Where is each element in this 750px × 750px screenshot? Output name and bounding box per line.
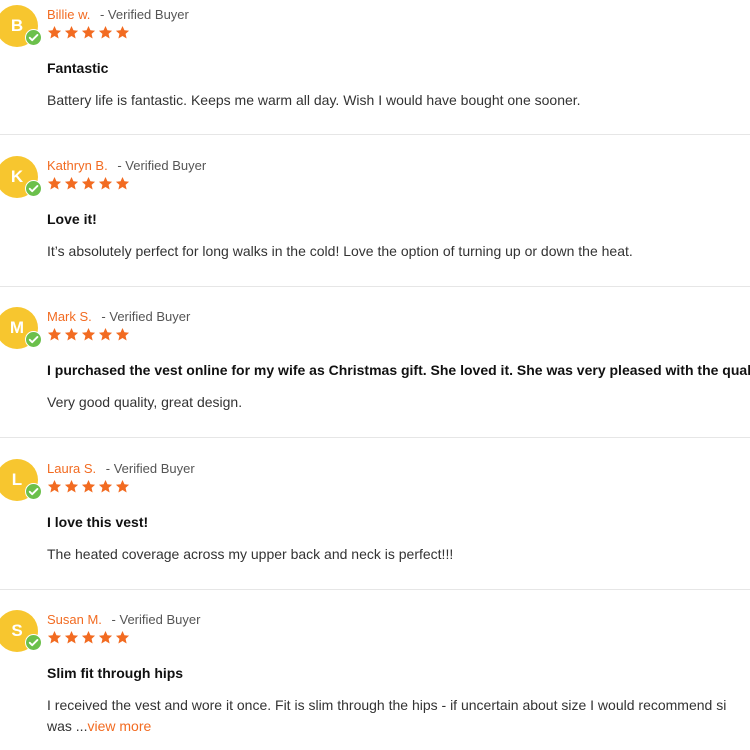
star-icon <box>98 25 113 40</box>
verified-buyer-label: - Verified Buyer <box>105 461 195 476</box>
review-body-line: I received the vest and wore it once. Fi… <box>47 697 727 713</box>
review-body: The heated coverage across my upper back… <box>47 546 454 562</box>
star-icon <box>98 327 113 342</box>
star-icon <box>98 176 113 191</box>
review-body: Battery life is fantastic. Keeps me warm… <box>47 92 581 108</box>
star-icon <box>81 327 96 342</box>
star-icon <box>115 327 130 342</box>
star-icon <box>64 479 79 494</box>
star-icon <box>98 630 113 645</box>
star-icon <box>47 479 62 494</box>
star-icon <box>64 327 79 342</box>
star-rating <box>47 630 130 645</box>
star-icon <box>81 479 96 494</box>
star-icon <box>115 25 130 40</box>
star-icon <box>47 327 62 342</box>
star-icon <box>81 630 96 645</box>
check-badge-icon <box>25 483 42 500</box>
reviews-list: B Billie w. - Verified Buyer Fantastic B… <box>0 0 750 750</box>
check-badge-icon <box>25 634 42 651</box>
reviewer-name: Billie w. <box>47 7 91 22</box>
star-icon <box>64 176 79 191</box>
star-icon <box>81 25 96 40</box>
check-badge-icon <box>25 331 42 348</box>
check-badge-icon <box>25 29 42 46</box>
review-body: It’s absolutely perfect for long walks i… <box>47 243 633 259</box>
verified-buyer-label: - Verified Buyer <box>117 158 207 173</box>
star-rating <box>47 327 130 342</box>
review-card: S Susan M. - Verified Buyer Slim fit thr… <box>0 590 750 750</box>
check-badge-icon <box>25 180 42 197</box>
review-title: Slim fit through hips <box>47 665 184 681</box>
review-card: B Billie w. - Verified Buyer Fantastic B… <box>0 0 750 135</box>
reviewer-name: Laura S. <box>47 461 97 476</box>
star-icon <box>47 176 62 191</box>
star-rating <box>47 176 130 191</box>
star-rating <box>47 479 130 494</box>
review-card: L Laura S. - Verified Buyer I love this … <box>0 439 750 590</box>
star-icon <box>98 479 113 494</box>
verified-buyer-label: - Verified Buyer <box>111 612 201 627</box>
review-title: Love it! <box>47 211 97 227</box>
star-icon <box>115 176 130 191</box>
review-body: I received the vest and wore it once. Fi… <box>47 695 750 737</box>
review-body-line: was ... <box>47 718 88 734</box>
star-icon <box>47 630 62 645</box>
reviewer-name: Kathryn B. <box>47 158 108 173</box>
view-more-link[interactable]: view more <box>87 718 151 734</box>
star-icon <box>115 630 130 645</box>
star-icon <box>64 25 79 40</box>
review-card: K Kathryn B. - Verified Buyer Love it! I… <box>0 136 750 287</box>
review-body: Very good quality, great design. <box>47 394 243 410</box>
reviewer-name: Mark S. <box>47 309 92 324</box>
verified-buyer-label: - Verified Buyer <box>101 309 191 324</box>
star-icon <box>81 176 96 191</box>
star-icon <box>64 630 79 645</box>
star-rating <box>47 25 130 40</box>
reviewer-name: Susan M. <box>47 612 102 627</box>
verified-buyer-label: - Verified Buyer <box>99 7 189 22</box>
review-title: Fantastic <box>47 60 109 76</box>
star-icon <box>115 479 130 494</box>
star-icon <box>47 25 62 40</box>
review-title: I purchased the vest online for my wife … <box>47 362 750 378</box>
review-title: I love this vest! <box>47 514 149 530</box>
review-card: M Mark S. - Verified Buyer I purchased t… <box>0 287 750 438</box>
